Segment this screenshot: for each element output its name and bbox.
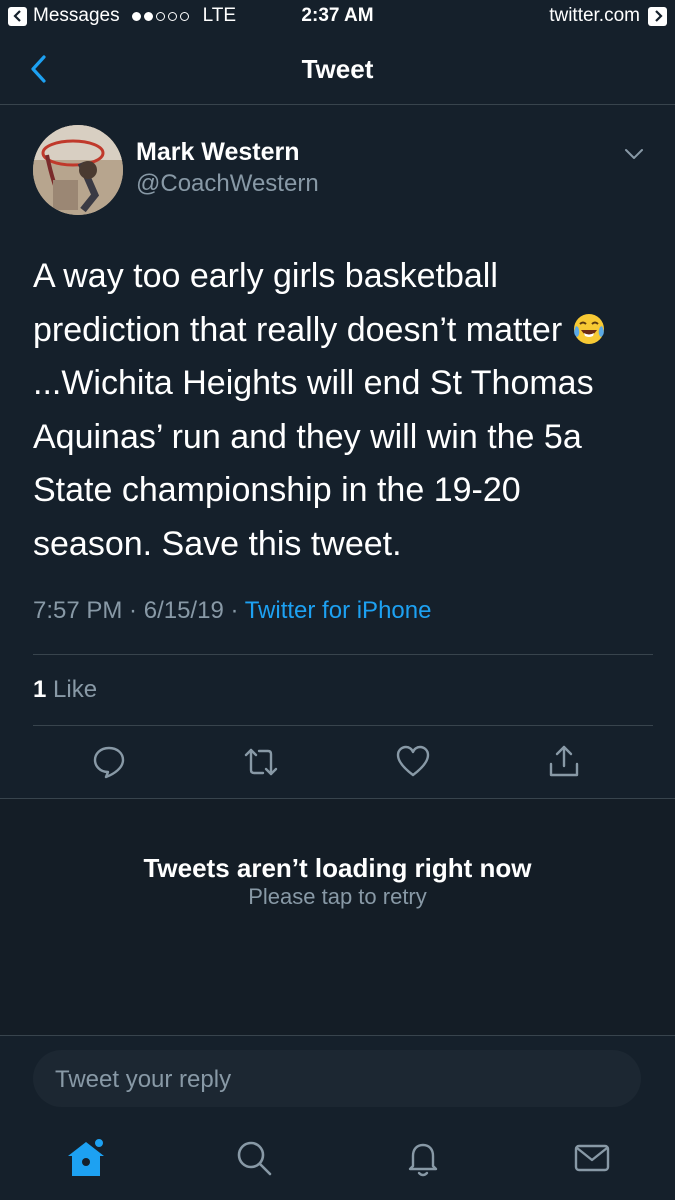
forward-arrow-icon[interactable]	[648, 6, 667, 26]
notifications-icon[interactable]	[399, 1134, 447, 1182]
tweet-time: 7:57 PM	[33, 597, 123, 624]
forward-to-site[interactable]: twitter.com	[549, 5, 667, 27]
like-count-label: Like	[53, 676, 98, 703]
reply-box[interactable]	[33, 1050, 641, 1109]
messages-icon[interactable]	[568, 1134, 616, 1182]
tweet-text-part-2: ...Wichita Heights will end St Thomas Aq…	[33, 364, 594, 563]
like-count-value: 1	[33, 676, 47, 703]
forward-site-label[interactable]: twitter.com	[549, 5, 640, 27]
page-title: Tweet	[301, 54, 374, 84]
error-title[interactable]: Tweets aren’t loading right now	[0, 853, 675, 884]
divider	[33, 725, 653, 726]
like-icon[interactable]	[393, 742, 433, 782]
retry-panel[interactable]	[0, 799, 675, 1035]
tweet-source-link[interactable]: Twitter for iPhone	[245, 597, 432, 624]
tweet-date: 6/15/19	[143, 597, 224, 624]
error-subtitle[interactable]: Please tap to retry	[0, 884, 675, 910]
likes-count[interactable]: 1 Like	[33, 676, 97, 704]
tweet-text: A way too early girls basketball predict…	[33, 250, 648, 571]
author-handle[interactable]: @CoachWestern	[136, 170, 319, 198]
author-name[interactable]: Mark Western	[136, 138, 300, 167]
retweet-icon[interactable]	[241, 742, 281, 782]
home-icon[interactable]	[62, 1134, 110, 1182]
chevron-down-icon[interactable]	[622, 145, 646, 163]
avatar-image	[33, 125, 123, 215]
comment-icon[interactable]	[89, 742, 129, 782]
share-icon[interactable]	[544, 742, 584, 782]
status-bar: Messages LTE 2:37 AM twitter.com	[0, 0, 675, 34]
divider	[33, 654, 653, 655]
tweet-text-part-1: A way too early girls basketball predict…	[33, 257, 572, 349]
avatar[interactable]	[33, 125, 123, 215]
tab-bar	[0, 1120, 675, 1200]
tweet-meta: 7:57 PM · 6/15/19 · Twitter for iPhone	[33, 597, 432, 624]
tears-of-joy-emoji-icon	[573, 313, 604, 344]
tweet-actions	[0, 742, 675, 786]
search-icon[interactable]	[230, 1134, 278, 1182]
divider	[0, 1035, 675, 1036]
reply-input[interactable]	[53, 1050, 617, 1109]
nav-bar: Tweet	[0, 34, 675, 105]
